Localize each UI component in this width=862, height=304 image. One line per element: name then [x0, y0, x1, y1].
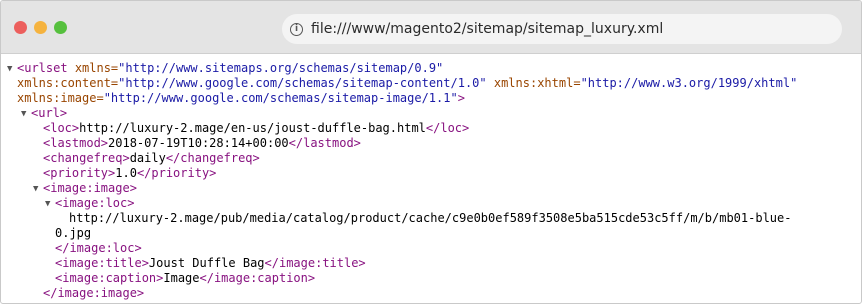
xml-line-image-image-close: </image:image>: [43, 286, 144, 301]
xml-text: daily: [129, 151, 166, 165]
collapse-toggle-url[interactable]: ▼: [21, 107, 26, 122]
maximize-window-button[interactable]: [54, 21, 67, 34]
xml-tag: <image:loc>: [55, 196, 135, 210]
xml-text: http://luxury-2.mage/pub/media/catalog/p…: [69, 211, 792, 225]
xml-tag: <image:title>: [55, 256, 149, 270]
xml-tag: </image:caption>: [199, 271, 316, 285]
xml-attr-value: "http://www.google.com/schemas/sitemap-i…: [103, 91, 458, 105]
xml-line-image-caption: <image:caption>Image</image:caption>: [55, 271, 315, 286]
xml-tag: <lastmod>: [43, 136, 109, 150]
xml-line-lastmod: <lastmod>2018-07-19T10:28:14+00:00</last…: [43, 136, 361, 151]
xml-line-loc: <loc>http://luxury-2.mage/en-us/joust-du…: [43, 121, 469, 136]
xml-line-urlset-open: <urlset xmlns="http://www.sitemaps.org/s…: [17, 61, 443, 76]
collapse-toggle-image-loc[interactable]: ▼: [45, 197, 50, 212]
xml-text: 2018-07-19T10:28:14+00:00: [108, 136, 289, 150]
xml-attr-value: "http://www.w3.org/1999/xhtml": [580, 76, 798, 90]
xml-line-changefreq: <changefreq>daily</changefreq>: [43, 151, 260, 166]
xml-text: 0.jpg: [55, 226, 92, 240]
xml-text: Image: [163, 271, 200, 285]
xml-line-image-title: <image:title>Joust Duffle Bag</image:tit…: [55, 256, 366, 271]
xml-attr-value: "http://www.sitemaps.org/schemas/sitemap…: [118, 61, 444, 75]
xml-tag: <image:caption>: [55, 271, 164, 285]
xml-line-image-loc-text: http://luxury-2.mage/pub/media/catalog/p…: [69, 211, 791, 226]
xml-tag: <changefreq>: [43, 151, 130, 165]
xml-line-priority: <priority>1.0</priority>: [43, 166, 216, 181]
xml-line-namespaces: xmlns:content="http://www.google.com/sch…: [17, 76, 797, 91]
xml-tag: </image:loc>: [55, 241, 142, 255]
collapse-toggle-urlset[interactable]: ▼: [7, 62, 12, 77]
xml-tag: </loc>: [425, 121, 470, 135]
browser-window: i file:///www/magento2/sitemap/sitemap_l…: [0, 0, 862, 304]
xml-tag: </image:image>: [43, 286, 145, 300]
xml-tag: </priority>: [136, 166, 217, 180]
xml-tag: <priority>: [43, 166, 116, 180]
address-bar[interactable]: i file:///www/magento2/sitemap/sitemap_l…: [282, 14, 842, 44]
xml-tag: <image:image>: [43, 181, 137, 195]
xml-tag: </lastmod>: [288, 136, 361, 150]
xml-attr: xmlns=: [74, 61, 119, 75]
xml-line-url-open: <url>: [31, 106, 67, 121]
xml-text: http://luxury-2.mage/en-us/joust-duffle-…: [79, 121, 426, 135]
xml-attr-value: "http://www.google.com/schemas/sitemap-c…: [118, 76, 487, 90]
address-url[interactable]: file:///www/magento2/sitemap/sitemap_lux…: [311, 21, 663, 37]
xml-attr: xmlns:xhtml=: [493, 76, 581, 90]
xml-text: Joust Duffle Bag: [148, 256, 265, 270]
xml-tag: <urlset: [17, 61, 68, 75]
xml-attr: xmlns:image=: [17, 91, 104, 105]
xml-tag: <loc>: [43, 121, 80, 135]
minimize-window-button[interactable]: [34, 21, 47, 34]
xml-line-image-loc-open: <image:loc>: [55, 196, 134, 211]
title-bar: i file:///www/magento2/sitemap/sitemap_l…: [1, 1, 861, 54]
xml-tag: <url>: [31, 106, 68, 120]
xml-line-image-image-open: <image:image>: [43, 181, 137, 196]
xml-viewer: ▼ <urlset xmlns="http://www.sitemaps.org…: [1, 54, 861, 303]
close-window-button[interactable]: [14, 21, 27, 34]
xml-text: 1.0: [115, 166, 137, 180]
collapse-toggle-image-image[interactable]: ▼: [33, 182, 38, 197]
xml-attr: xmlns:content=: [17, 76, 119, 90]
xml-tag: </image:title>: [264, 256, 366, 270]
xml-line-image-loc-close: </image:loc>: [55, 241, 142, 256]
xml-tag-end: >: [457, 91, 465, 105]
xml-line-image-loc-text-wrap: 0.jpg: [55, 226, 91, 241]
xml-tag: </changefreq>: [165, 151, 260, 165]
xml-line-image-namespace: xmlns:image="http://www.google.com/schem…: [17, 91, 465, 106]
info-icon[interactable]: i: [290, 22, 303, 36]
